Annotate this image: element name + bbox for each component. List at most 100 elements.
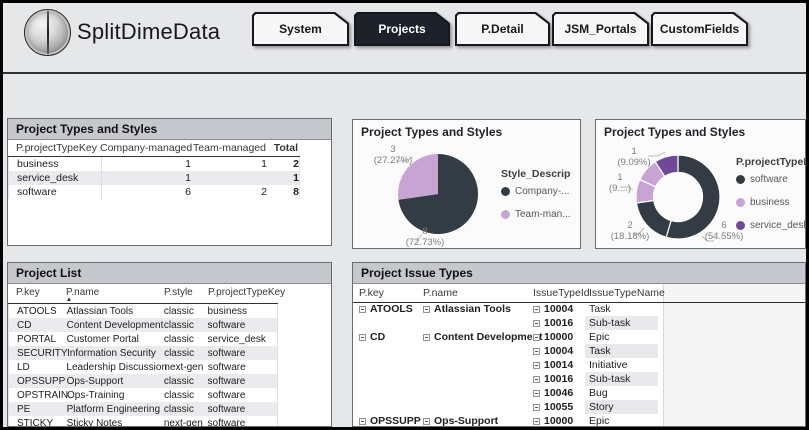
cell-style: classic <box>163 305 194 317</box>
tab-system[interactable]: System <box>252 12 349 46</box>
cell-issue-type-id: 10004 <box>533 344 585 358</box>
collapse-icon[interactable] <box>533 417 540 425</box>
column-header[interactable]: Team-managed <box>190 142 266 154</box>
collapse-icon[interactable] <box>359 333 366 341</box>
table-header-row: P.projectTypeKey Company-managed Team-ma… <box>8 140 300 157</box>
legend-item-software[interactable]: software <box>736 174 805 185</box>
cell-name: Information Security <box>67 347 156 359</box>
table-row[interactable]: OPSSUPP Ops-Support classic software <box>8 374 278 388</box>
table-row[interactable]: OPSTRAIN Ops-Training classic software <box>8 388 278 402</box>
collapse-icon[interactable] <box>533 403 540 411</box>
tab-jsm-portals[interactable]: JSM_Portals <box>552 12 649 46</box>
legend-item-service-desk[interactable]: service_desk <box>736 220 805 231</box>
legend-title: Style_Descrip <box>501 168 571 180</box>
cell-type-key: software <box>207 347 246 359</box>
table-row[interactable]: 10016 Sub-task <box>353 316 663 330</box>
table-row[interactable]: PE Platform Engineering classic software <box>8 402 278 416</box>
cell-key: STICKY <box>17 417 54 427</box>
table-row[interactable]: 10016 Sub-task <box>353 372 663 386</box>
table-body: ATOOLS Atlassian Tools 10004 Task 10016 Sub-t… <box>353 302 663 427</box>
table-row[interactable]: ATOOLS Atlassian Tools classic business <box>8 304 278 318</box>
collapse-icon[interactable] <box>533 305 540 313</box>
cell-name: Content Development <box>423 330 543 344</box>
cell-key <box>353 358 423 372</box>
column-header[interactable]: Total <box>266 142 298 154</box>
table-row[interactable]: 10046 Bug <box>353 386 663 400</box>
table-row[interactable]: 10004 Task <box>353 344 663 358</box>
cell-issue-type-name: Task <box>589 303 611 315</box>
cell-style: classic <box>163 403 194 415</box>
tab-label: Projects <box>378 22 426 36</box>
cell-issue-type-name: Bug <box>589 387 608 399</box>
cell-name: Atlassian Tools <box>66 305 134 317</box>
collapse-icon[interactable] <box>533 389 540 397</box>
column-header[interactable]: Company-managed <box>100 142 192 154</box>
collapse-icon[interactable] <box>423 333 430 341</box>
cell-key: SECURITY <box>17 347 68 359</box>
collapse-icon[interactable] <box>533 375 540 383</box>
legend-label: software <box>750 174 788 185</box>
column-header[interactable]: P.key <box>353 287 423 299</box>
table-row[interactable]: 10014 Initiative <box>353 358 663 372</box>
legend-label: business <box>750 197 790 208</box>
card-project-issue-types: Project Issue Types P.key P.name IssueTy… <box>352 262 806 427</box>
column-header[interactable]: P.name <box>423 287 533 299</box>
cell-type-key: service_desk <box>17 172 79 184</box>
table-row[interactable]: PORTAL Customer Portal classic service_desk <box>8 332 278 346</box>
collapse-icon[interactable] <box>533 333 540 341</box>
collapse-icon[interactable] <box>533 361 540 369</box>
table-row[interactable]: OPSSUPP Ops-Support 10000 Epic <box>353 414 663 427</box>
collapse-icon[interactable] <box>423 417 430 425</box>
table-row[interactable]: service_desk 1 1 <box>8 171 300 185</box>
collapse-icon[interactable] <box>533 319 540 327</box>
legend-item-company-[interactable]: Company-... <box>501 186 571 197</box>
cell-name: Ops-Support <box>423 414 533 427</box>
tab-customfields[interactable]: CustomFields <box>651 12 748 46</box>
id-text: 10014 <box>544 359 574 371</box>
table-row[interactable]: CD Content Development 10000 Epic <box>353 330 663 344</box>
cell-issue-type-id: 10046 <box>533 386 585 400</box>
table-row[interactable]: ATOOLS Atlassian Tools 10004 Task <box>353 302 663 316</box>
column-header[interactable]: IssueTypeName <box>585 287 665 299</box>
table-header-row: P.key P.name ▲ P.style P.projectTypeKey <box>8 284 285 304</box>
cell-key <box>353 372 423 386</box>
column-header[interactable]: P.name ▲ <box>66 284 164 303</box>
cell-total: 2 <box>293 158 299 170</box>
legend-item-team-man-[interactable]: Team-man... <box>501 209 571 220</box>
column-header[interactable]: P.projectTypeKey <box>208 284 285 303</box>
collapse-icon[interactable] <box>423 305 430 313</box>
data-label: 1 (9....) <box>608 172 632 194</box>
legend-dot-icon <box>736 221 745 230</box>
card-title: Project Issue Types <box>353 263 805 284</box>
column-header[interactable]: P.projectTypeKey <box>16 142 100 154</box>
tab-p-detail[interactable]: P.Detail <box>455 12 550 46</box>
column-header[interactable]: P.style <box>164 284 208 303</box>
table-row[interactable]: STICKY Sticky Notes next-gen software <box>8 416 278 427</box>
table-row[interactable]: CD Content Development classic software <box>8 318 278 332</box>
collapse-icon[interactable] <box>533 347 540 355</box>
legend-item-business[interactable]: business <box>736 197 805 208</box>
cell-type-key: service_desk <box>207 333 266 345</box>
name-text: Ops-Support <box>434 415 499 427</box>
data-label: 2 (18.18%) <box>610 220 650 242</box>
collapse-icon[interactable] <box>359 305 366 313</box>
tab-label: CustomFields <box>659 22 740 36</box>
matrix-table: P.key P.name IssueTypeId IssueTypeName A… <box>353 284 665 427</box>
cell-issue-type-name: Sub-task <box>585 316 658 330</box>
legend-dot-icon <box>501 187 510 196</box>
cell-issue-type-id: 10055 <box>533 400 585 414</box>
table-row[interactable]: business 1 1 2 <box>8 157 300 171</box>
data-label: 3 (27.27%) <box>373 144 413 166</box>
table-row[interactable]: SECURITY Information Security classic softw… <box>8 346 278 360</box>
table-row[interactable]: software 6 2 8 <box>8 185 300 199</box>
tab-projects[interactable]: Projects <box>354 12 450 46</box>
legend: Company-... Team-man... <box>501 186 571 220</box>
table-row[interactable]: LD Leadership Discussion next-gen software <box>8 360 278 374</box>
column-header[interactable]: P.key <box>16 284 66 303</box>
id-text: 10055 <box>544 401 574 413</box>
collapse-icon[interactable] <box>359 417 366 425</box>
cell-type-key: software <box>17 186 57 198</box>
table-row[interactable]: 10055 Story <box>353 400 663 414</box>
legend-label: Company-... <box>515 186 570 197</box>
column-header[interactable]: IssueTypeId <box>533 287 590 299</box>
